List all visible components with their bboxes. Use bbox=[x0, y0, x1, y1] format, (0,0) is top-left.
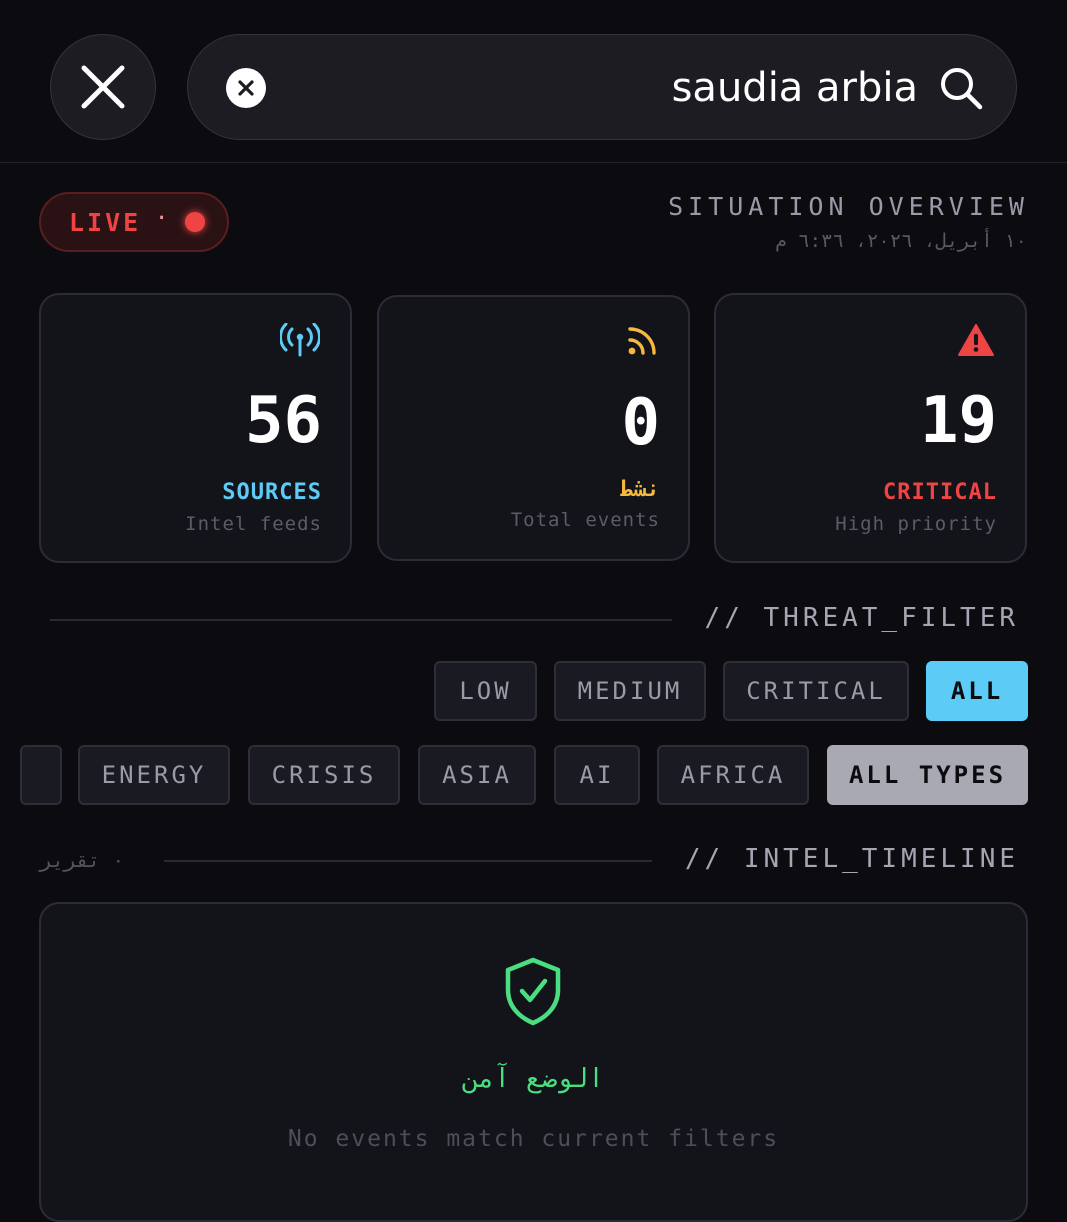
shield-check-icon bbox=[505, 957, 561, 1026]
live-separator: · bbox=[155, 206, 169, 231]
report-count: ٠ تقرير bbox=[40, 848, 125, 872]
threat-filter-divider bbox=[50, 619, 672, 621]
events-label: نشط bbox=[620, 477, 660, 502]
threat-filter-header: // THREAT_FILTER bbox=[704, 603, 1019, 633]
type-filter-asia[interactable]: ASIA bbox=[418, 745, 536, 805]
type-filter-ai[interactable]: AI bbox=[554, 745, 640, 805]
close-icon bbox=[81, 65, 125, 109]
stat-card-events[interactable]: 0 نشط Total events bbox=[377, 295, 690, 561]
live-badge: LIVE · bbox=[39, 192, 229, 252]
page-title: SITUATION OVERVIEW bbox=[668, 192, 1029, 221]
type-filter-partial[interactable] bbox=[20, 745, 62, 805]
search-input[interactable]: saudia arbia bbox=[672, 59, 918, 117]
clear-search-button[interactable] bbox=[226, 68, 266, 108]
live-dot-icon bbox=[185, 212, 205, 232]
threat-filter-low[interactable]: LOW bbox=[434, 661, 537, 721]
antenna-icon bbox=[280, 323, 320, 357]
critical-sublabel: High priority bbox=[835, 513, 997, 535]
empty-state-subtitle: No events match current filters bbox=[287, 1126, 780, 1152]
events-sublabel: Total events bbox=[510, 509, 660, 531]
timeline-header: // INTEL_TIMELINE bbox=[684, 844, 1019, 874]
clear-icon bbox=[238, 80, 254, 96]
sources-sublabel: Intel feeds bbox=[185, 513, 322, 535]
stat-card-critical[interactable]: 19 CRITICAL High priority bbox=[714, 293, 1027, 563]
empty-state-title: الوضع آمن bbox=[463, 1064, 604, 1094]
type-filter-crisis[interactable]: CRISIS bbox=[248, 745, 400, 805]
type-filter-energy[interactable]: ENERGY bbox=[78, 745, 230, 805]
events-count: 0 bbox=[621, 386, 660, 460]
live-label: LIVE bbox=[69, 208, 142, 237]
critical-count: 19 bbox=[919, 384, 997, 458]
search-icon[interactable] bbox=[938, 65, 984, 111]
warning-icon bbox=[958, 324, 994, 356]
stat-card-sources[interactable]: 56 SOURCES Intel feeds bbox=[39, 293, 352, 563]
critical-label: CRITICAL bbox=[883, 480, 997, 505]
top-bar: saudia arbia bbox=[0, 0, 1067, 163]
close-button[interactable] bbox=[50, 34, 156, 140]
sources-count: 56 bbox=[244, 384, 322, 458]
rss-icon bbox=[628, 327, 656, 355]
timeline-empty-state: الوضع آمن No events match current filter… bbox=[39, 902, 1028, 1222]
timeline-divider bbox=[164, 860, 652, 862]
threat-filter-critical[interactable]: CRITICAL bbox=[723, 661, 909, 721]
search-bar[interactable]: saudia arbia bbox=[187, 34, 1017, 140]
sources-label: SOURCES bbox=[222, 480, 322, 505]
type-filter-africa[interactable]: AFRICA bbox=[657, 745, 809, 805]
threat-filter-all[interactable]: ALL bbox=[926, 661, 1028, 721]
overview-datetime: ١٠ أبريل، ٢٠٢٦، ٦:٣٦ م bbox=[775, 230, 1027, 252]
type-filter-all-types[interactable]: ALL TYPES bbox=[827, 745, 1028, 805]
threat-filter-medium[interactable]: MEDIUM bbox=[554, 661, 706, 721]
